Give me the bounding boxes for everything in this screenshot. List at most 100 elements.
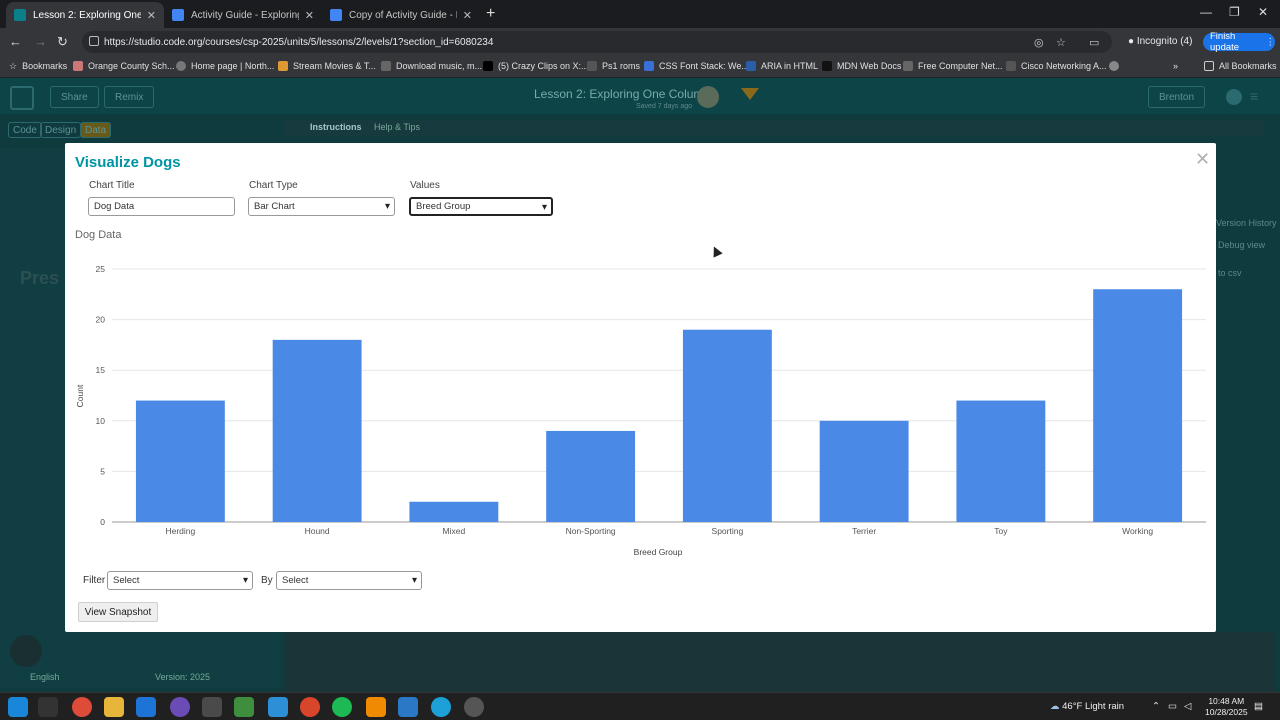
bar[interactable]: [272, 339, 362, 522]
browser-toolbar: ← → ↻ https://studio.code.org/courses/cs…: [0, 28, 1280, 56]
bookmark-item[interactable]: (5) Crazy Clips on X:...: [483, 61, 589, 71]
file-explorer-icon[interactable]: [104, 697, 124, 717]
globe-icon: [176, 61, 186, 71]
network-icon[interactable]: ▭: [1168, 701, 1177, 712]
more-bookmarks-icon[interactable]: »: [1173, 61, 1178, 71]
close-icon[interactable]: ✕: [463, 9, 472, 22]
app-icon[interactable]: [398, 697, 418, 717]
bookmark-item[interactable]: CSS Font Stack: We...: [644, 61, 749, 71]
version-history-button[interactable]: Version History: [1216, 218, 1277, 228]
bookmark-label: Free Computer Net...: [918, 61, 1003, 71]
app-icon[interactable]: [234, 697, 254, 717]
edge-icon[interactable]: [431, 697, 451, 717]
bar[interactable]: [546, 430, 636, 522]
export-csv-link[interactable]: to csv: [1218, 268, 1242, 278]
window-close-icon[interactable]: ✕: [1258, 5, 1268, 19]
volume-icon[interactable]: ◁: [1184, 701, 1191, 712]
bar[interactable]: [956, 400, 1046, 522]
by-select[interactable]: Select: [276, 571, 422, 590]
chart-title-input[interactable]: Dog Data: [88, 197, 235, 216]
assistant-avatar[interactable]: [10, 635, 42, 667]
bar[interactable]: [819, 420, 909, 522]
bookmark-item[interactable]: [1109, 61, 1124, 71]
close-icon[interactable]: ✕: [147, 9, 156, 22]
bookmark-item[interactable]: Orange County Sch...: [73, 61, 175, 71]
finish-update-button[interactable]: Finish update ⋮: [1203, 31, 1275, 53]
chevron-up-icon[interactable]: ⌃: [1152, 701, 1160, 712]
x-axis-label: Breed Group: [634, 547, 683, 557]
incognito-indicator[interactable]: ● Incognito (4): [1128, 36, 1192, 47]
remix-button[interactable]: Remix: [104, 86, 155, 108]
cast-icon[interactable]: ▭: [1089, 36, 1099, 49]
chart-type-select[interactable]: Bar Chart: [248, 197, 395, 216]
bookmark-item[interactable]: Cisco Networking A...: [1006, 61, 1107, 71]
bookmark-item[interactable]: ☆ Bookmarks: [9, 61, 67, 71]
app-icon[interactable]: [170, 697, 190, 717]
notification-icon[interactable]: ▤: [1254, 701, 1263, 712]
bar[interactable]: [409, 501, 499, 522]
more-levels-icon[interactable]: [741, 88, 759, 100]
address-bar[interactable]: https://studio.code.org/courses/csp-2025…: [82, 31, 1112, 53]
weather-widget[interactable]: ☁ 46°F Light rain: [1050, 701, 1124, 712]
x-tick-label: Herding: [165, 526, 195, 536]
eye-off-icon[interactable]: ◎: [1034, 36, 1044, 49]
view-snapshot-label: View Snapshot: [84, 606, 152, 618]
bookmark-item[interactable]: MDN Web Docs: [822, 61, 901, 71]
close-icon[interactable]: ✕: [305, 9, 314, 22]
tab-code[interactable]: Code: [8, 122, 42, 138]
help-icon[interactable]: [1226, 89, 1242, 105]
new-tab-button[interactable]: +: [486, 5, 495, 23]
browser-tab-activity-guide[interactable]: Activity Guide - Exploring One ( ✕: [164, 2, 322, 28]
bookmark-item[interactable]: Download music, m...: [381, 61, 482, 71]
app-icon[interactable]: [300, 697, 320, 717]
start-icon[interactable]: [8, 697, 28, 717]
x-tick-label: Mixed: [443, 526, 466, 536]
chart-type-value: Bar Chart: [254, 201, 295, 212]
app-icon[interactable]: [136, 697, 156, 717]
bar[interactable]: [135, 400, 225, 522]
chrome-incognito-icon[interactable]: [202, 697, 222, 717]
values-select[interactable]: Breed Group: [409, 197, 553, 216]
bar[interactable]: [1093, 289, 1183, 522]
language-select[interactable]: English: [30, 672, 60, 682]
clock[interactable]: 10:48 AM 10/28/2025: [1205, 696, 1248, 718]
bookmark-item[interactable]: ARIA in HTML: [746, 61, 818, 71]
close-icon[interactable]: ✕: [1195, 149, 1210, 170]
back-icon[interactable]: ←: [9, 34, 22, 49]
task-view-icon[interactable]: [38, 697, 58, 717]
spotify-icon[interactable]: [332, 697, 352, 717]
star-icon[interactable]: ☆: [1056, 36, 1066, 49]
bar-chart: Count Breed Group 0 5 10 15 20 25 Herding Hound…: [75, 264, 1206, 557]
debug-view-link[interactable]: Debug view: [1218, 240, 1265, 250]
share-button[interactable]: Share: [50, 86, 99, 108]
clock-date: 10/28/2025: [1205, 707, 1248, 717]
all-bookmarks-button[interactable]: All Bookmarks: [1204, 61, 1277, 71]
restore-icon[interactable]: ❐: [1229, 5, 1240, 19]
calculator-icon[interactable]: [268, 697, 288, 717]
app-icon[interactable]: [464, 697, 484, 717]
reload-icon[interactable]: ↻: [57, 34, 68, 50]
minimize-icon[interactable]: —: [1200, 5, 1212, 19]
bookmark-item[interactable]: Ps1 roms: [587, 61, 640, 71]
bookmark-item[interactable]: Free Computer Net...: [903, 61, 1003, 71]
view-snapshot-button[interactable]: View Snapshot: [78, 602, 158, 622]
chrome-icon[interactable]: [72, 697, 92, 717]
browser-tab-lesson[interactable]: Lesson 2: Exploring One Colum ✕: [6, 2, 164, 28]
tab-instructions[interactable]: Instructions: [310, 122, 362, 132]
tab-help-tips[interactable]: Help & Tips: [374, 122, 420, 132]
site-info-icon[interactable]: [89, 36, 99, 46]
bar[interactable]: [682, 329, 772, 522]
tab-design[interactable]: Design: [40, 122, 82, 138]
level-bubble[interactable]: [697, 86, 719, 108]
hamburger-icon[interactable]: ≡: [1250, 88, 1258, 104]
forward-icon[interactable]: →: [34, 34, 47, 49]
bookmark-item[interactable]: Home page | North...: [176, 61, 274, 71]
filter-select[interactable]: Select: [107, 571, 253, 590]
tab-data[interactable]: Data: [80, 122, 112, 138]
bookmark-item[interactable]: Stream Movies & T...: [278, 61, 376, 71]
user-menu[interactable]: Brenton: [1148, 86, 1206, 108]
vlc-icon[interactable]: [366, 697, 386, 717]
codeorg-logo-icon[interactable]: [10, 86, 34, 110]
saved-status: Saved 7 days ago: [636, 103, 693, 110]
browser-tab-copy-guide[interactable]: Copy of Activity Guide - Explor ✕: [322, 2, 480, 28]
